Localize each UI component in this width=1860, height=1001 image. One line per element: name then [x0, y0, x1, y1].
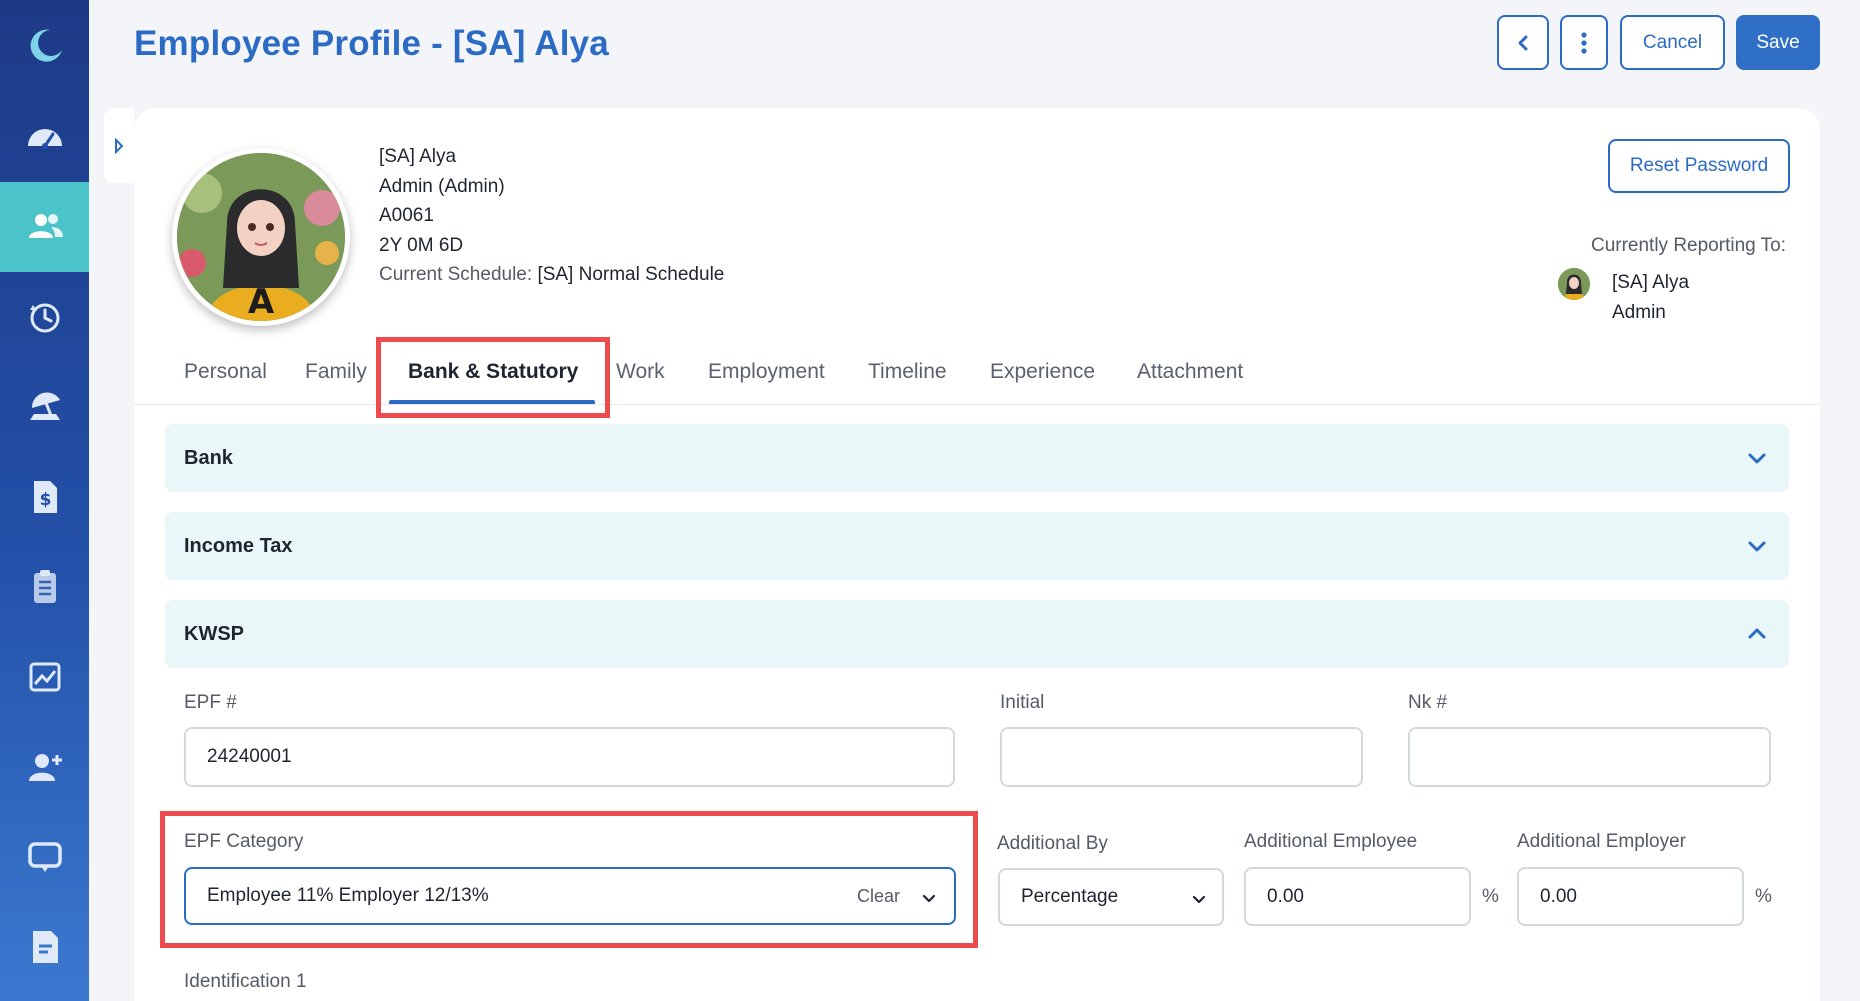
- tab-work[interactable]: Work: [616, 360, 665, 384]
- epf-category-label: EPF Category: [184, 831, 304, 852]
- additional-by-label: Additional By: [997, 833, 1108, 854]
- additional-employer-percent: %: [1755, 886, 1772, 907]
- additional-employer-label: Additional Employer: [1517, 831, 1686, 852]
- nk-number-label: Nk #: [1408, 692, 1448, 713]
- epf-number-label: EPF #: [184, 692, 237, 713]
- additional-employee-input[interactable]: 0.00: [1244, 867, 1471, 926]
- initial-label: Initial: [1000, 692, 1045, 713]
- reporting-role: Admin: [1612, 301, 1666, 323]
- expand-panel-button[interactable]: [104, 108, 134, 183]
- epf-category-select[interactable]: Employee 11% Employer 12/13% Clear: [184, 867, 956, 925]
- sidebar-item-training[interactable]: [0, 812, 89, 902]
- document-icon: [32, 931, 58, 963]
- employee-name: [SA] Alya: [379, 146, 457, 167]
- section-kwsp-title: KWSP: [184, 622, 244, 645]
- employee-role: Admin (Admin): [379, 175, 505, 197]
- sidebar-item-employees[interactable]: [0, 182, 89, 272]
- nk-number-input[interactable]: [1408, 727, 1771, 787]
- schedule-label: Current Schedule:: [379, 264, 533, 285]
- dashboard-gauge-icon: [27, 129, 62, 149]
- sidebar: $: [0, 0, 89, 1001]
- sidebar-item-history[interactable]: [0, 272, 89, 362]
- chevron-left-icon: [1518, 35, 1528, 50]
- reporting-avatar: [1558, 268, 1590, 300]
- caret-right-icon: [115, 137, 124, 154]
- moon-logo-icon: [30, 29, 62, 62]
- sidebar-item-tasks[interactable]: [0, 542, 89, 632]
- sidebar-item-recruitment[interactable]: [0, 722, 89, 812]
- chevron-down-icon[interactable]: [920, 889, 938, 907]
- sidebar-item-leave[interactable]: [0, 362, 89, 452]
- svg-text:$: $: [39, 490, 51, 510]
- save-button[interactable]: Save: [1736, 15, 1820, 70]
- section-income-tax-title: Income Tax: [184, 534, 293, 557]
- people-icon: [28, 214, 63, 238]
- avatar-portrait-image: A: [177, 153, 345, 321]
- clipboard-icon: [33, 570, 56, 603]
- monitor-chat-icon: [27, 842, 62, 872]
- sidebar-item-documents[interactable]: [0, 902, 89, 992]
- reset-password-button[interactable]: Reset Password: [1608, 139, 1790, 193]
- chart-image-icon: [29, 662, 60, 692]
- employee-info: [SA] Alya Admin (Admin) A0061 2Y 0M 6D C…: [379, 142, 724, 290]
- add-user-icon: [28, 754, 62, 781]
- page-title: Employee Profile - [SA] Alya: [134, 24, 609, 63]
- chevron-up-icon: [1748, 628, 1766, 639]
- section-bank[interactable]: Bank: [165, 424, 1789, 492]
- current-schedule: Current Schedule: [SA] Normal Schedule: [379, 260, 724, 290]
- section-bank-title: Bank: [184, 446, 233, 469]
- svg-text:A: A: [248, 282, 275, 321]
- more-options-button[interactable]: [1560, 15, 1608, 70]
- back-button[interactable]: [1497, 15, 1549, 70]
- tab-attachment[interactable]: Attachment: [1137, 360, 1243, 384]
- employee-id: A0061: [379, 205, 434, 226]
- tab-timeline[interactable]: Timeline: [868, 360, 947, 384]
- initial-input[interactable]: [1000, 727, 1363, 787]
- additional-employee-label: Additional Employee: [1244, 831, 1418, 852]
- clear-button[interactable]: Clear: [857, 886, 900, 907]
- epf-category-value: Employee 11% Employer 12/13%: [207, 885, 489, 906]
- sidebar-item-dashboard[interactable]: [0, 92, 89, 182]
- vertical-dots-icon: [1581, 31, 1587, 54]
- avatar: A: [172, 148, 350, 326]
- leave-umbrella-icon: [29, 392, 60, 420]
- schedule-value: [SA] Normal Schedule: [537, 264, 725, 285]
- sidebar-item-reports[interactable]: [0, 632, 89, 722]
- epf-number-input[interactable]: 24240001: [184, 727, 955, 787]
- chevron-down-icon: [1748, 541, 1766, 552]
- reporting-avatar-image: [1558, 268, 1590, 300]
- additional-employer-input[interactable]: 0.00: [1517, 867, 1744, 926]
- reporting-name: [SA] Alya: [1612, 272, 1690, 293]
- additional-by-select[interactable]: Percentage: [998, 868, 1224, 926]
- tab-highlight-box: [376, 337, 610, 418]
- tab-employment[interactable]: Employment: [708, 360, 825, 384]
- tab-family[interactable]: Family: [305, 360, 367, 384]
- tab-experience[interactable]: Experience: [990, 360, 1095, 384]
- chevron-down-icon: [1748, 453, 1766, 464]
- identification-label: Identification 1: [184, 971, 307, 992]
- employee-tenure: 2Y 0M 6D: [379, 234, 464, 256]
- app-logo[interactable]: [0, 0, 89, 90]
- section-kwsp[interactable]: KWSP: [165, 600, 1789, 668]
- tab-personal[interactable]: Personal: [184, 360, 267, 384]
- payroll-dollar-icon: $: [33, 481, 57, 513]
- additional-employee-percent: %: [1482, 886, 1499, 907]
- reporting-person: [SA] Alya Admin: [1612, 268, 1689, 327]
- section-income-tax[interactable]: Income Tax: [165, 512, 1789, 580]
- chevron-down-icon: [1192, 895, 1206, 904]
- sidebar-item-payroll[interactable]: $: [0, 452, 89, 542]
- cancel-button[interactable]: Cancel: [1620, 15, 1725, 70]
- reporting-to-label: Currently Reporting To:: [1590, 235, 1786, 256]
- history-clock-icon: [29, 303, 59, 333]
- additional-by-value: Percentage: [1021, 886, 1119, 907]
